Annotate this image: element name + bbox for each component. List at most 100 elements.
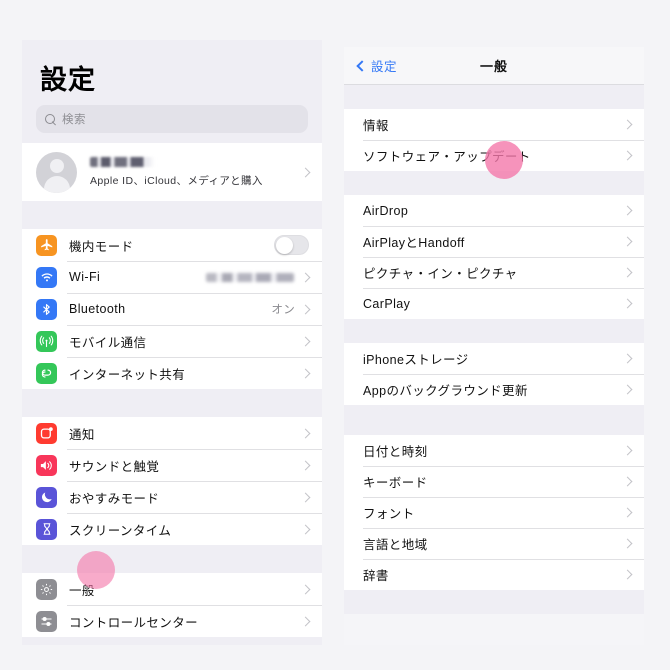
sidebar-item-do-not-disturb[interactable]: おやすみモード (22, 481, 322, 513)
section-gap (344, 85, 644, 109)
detail-item-software-update[interactable]: ソフトウェア・アップデート (344, 140, 644, 171)
section-gap (344, 171, 644, 195)
chevron-right-icon (622, 267, 633, 278)
sidebar-item-control-center[interactable]: コントロールセンター (22, 605, 322, 637)
chevron-right-icon (622, 569, 633, 580)
chevron-right-icon (622, 353, 633, 364)
detail-item-language-region[interactable]: 言語と地域 (344, 528, 644, 559)
sidebar-group-connectivity: 機内モード Wi-Fi Bluetooth オン モバイル通信 インターネット共… (22, 229, 322, 389)
airplane-icon (36, 234, 57, 256)
chevron-right-icon (622, 150, 633, 161)
moon-icon (36, 486, 57, 508)
detail-item-label: AirPlayとHandoff (363, 236, 465, 250)
sidebar-item-label: 一般 (69, 583, 95, 598)
detail-group-sharing: AirDrop AirPlayとHandoff ピクチャ・イン・ピクチャ Car… (344, 195, 644, 319)
detail-item-picture-in-picture[interactable]: ピクチャ・イン・ピクチャ (344, 257, 644, 288)
wifi-network-redacted (206, 272, 294, 282)
detail-item-label: ソフトウェア・アップデート (363, 150, 531, 164)
search-placeholder: 検索 (62, 114, 86, 126)
detail-item-keyboard[interactable]: キーボード (344, 466, 644, 497)
hourglass-icon (36, 518, 57, 540)
bluetooth-status: オン (271, 304, 295, 316)
chevron-right-icon (622, 119, 633, 130)
detail-item-label: ピクチャ・イン・ピクチャ (363, 267, 518, 281)
search-icon (45, 113, 56, 125)
chevron-left-icon (356, 59, 368, 72)
account-group: Apple ID、iCloud、メディアと購入 (22, 143, 322, 201)
section-gap (344, 319, 644, 343)
chevron-right-icon (300, 460, 311, 470)
detail-item-airplay-handoff[interactable]: AirPlayとHandoff (344, 226, 644, 257)
sidebar-item-label: 通知 (69, 427, 95, 442)
section-gap (22, 389, 322, 417)
detail-item-label: 情報 (363, 119, 389, 133)
sidebar-item-cellular[interactable]: モバイル通信 (22, 325, 322, 357)
sidebar-item-bluetooth[interactable]: Bluetooth オン (22, 293, 322, 325)
sidebar-item-hotspot[interactable]: インターネット共有 (22, 357, 322, 389)
back-button-label: 設定 (371, 60, 398, 74)
search-input[interactable]: 検索 (36, 105, 308, 133)
sidebar-item-sounds[interactable]: サウンドと触覚 (22, 449, 322, 481)
chevron-right-icon (622, 236, 633, 247)
detail-item-label: 日付と時刻 (363, 445, 428, 459)
detail-item-airdrop[interactable]: AirDrop (344, 195, 644, 226)
sidebar-item-wifi[interactable]: Wi-Fi (22, 261, 322, 293)
account-text: Apple ID、iCloud、メディアと購入 (90, 156, 302, 188)
avatar (36, 151, 77, 193)
sidebar-item-screen-time[interactable]: スクリーンタイム (22, 513, 322, 545)
detail-item-about[interactable]: 情報 (344, 109, 644, 140)
detail-item-label: キーボード (363, 476, 428, 490)
sidebar-item-airplane-mode[interactable]: 機内モード (22, 229, 322, 261)
sidebar-group-system: 一般 コントロールセンター (22, 573, 322, 637)
screen: 設定 検索 Apple ID、iCloud、メディアと購入 機内モード Wi-F… (0, 0, 670, 670)
chevron-right-icon (300, 584, 311, 594)
detail-item-carplay[interactable]: CarPlay (344, 288, 644, 319)
page-title: 設定 (40, 65, 96, 95)
sidebar-group-alerts: 通知 サウンドと触覚 おやすみモード スクリーンタイム (22, 417, 322, 545)
sidebar-item-label: Wi-Fi (69, 270, 101, 284)
detail-group-locale: 日付と時刻 キーボード フォント 言語と地域 辞書 (344, 435, 644, 590)
account-subtitle: Apple ID、iCloud、メディアと購入 (90, 174, 263, 187)
sound-icon (36, 454, 57, 476)
detail-item-background-app-refresh[interactable]: Appのバックグラウンド更新 (344, 374, 644, 405)
detail-item-iphone-storage[interactable]: iPhoneストレージ (344, 343, 644, 374)
airplane-mode-toggle[interactable] (274, 235, 309, 255)
detail-item-label: 辞書 (363, 569, 389, 583)
back-button[interactable]: 設定 (344, 56, 397, 75)
sidebar-item-notifications[interactable]: 通知 (22, 417, 322, 449)
chevron-right-icon (622, 205, 633, 216)
section-gap (22, 545, 322, 573)
detail-item-label: フォント (363, 507, 415, 521)
chevron-right-icon (300, 492, 311, 502)
search-wrapper: 検索 (22, 103, 322, 143)
detail-item-date-time[interactable]: 日付と時刻 (344, 435, 644, 466)
sidebar-item-label: 機内モード (69, 239, 134, 254)
navigation-bar: 設定 一般 (344, 47, 644, 85)
chevron-right-icon (300, 272, 311, 282)
account-name-redacted (90, 156, 164, 167)
general-detail-panel: 設定 一般 情報 ソフトウェア・アップデート AirDrop AirPlayとH… (344, 47, 644, 645)
detail-group-info: 情報 ソフトウェア・アップデート (344, 109, 644, 171)
chevron-right-icon (300, 167, 311, 177)
sidebar-item-label: サウンドと触覚 (69, 459, 160, 474)
sidebar-item-label: おやすみモード (69, 491, 160, 506)
hotspot-icon (36, 362, 57, 384)
section-gap (344, 590, 644, 614)
wifi-icon (36, 266, 57, 288)
sidebar-item-label: インターネット共有 (69, 367, 186, 382)
settings-sidebar: 設定 検索 Apple ID、iCloud、メディアと購入 機内モード Wi-F… (22, 40, 322, 645)
chevron-right-icon (622, 384, 633, 395)
detail-item-fonts[interactable]: フォント (344, 497, 644, 528)
chevron-right-icon (300, 304, 311, 314)
detail-item-label: AirDrop (363, 203, 409, 218)
chevron-right-icon (300, 428, 311, 438)
chevron-right-icon (622, 298, 633, 309)
detail-item-dictionary[interactable]: 辞書 (344, 559, 644, 590)
sidebar-item-label: スクリーンタイム (69, 523, 172, 538)
sidebar-item-label: Bluetooth (69, 302, 126, 316)
detail-item-label: Appのバックグラウンド更新 (363, 384, 528, 398)
account-row[interactable]: Apple ID、iCloud、メディアと購入 (22, 143, 322, 201)
bluetooth-icon (36, 298, 57, 320)
control-center-icon (36, 610, 57, 632)
sidebar-item-general[interactable]: 一般 (22, 573, 322, 605)
